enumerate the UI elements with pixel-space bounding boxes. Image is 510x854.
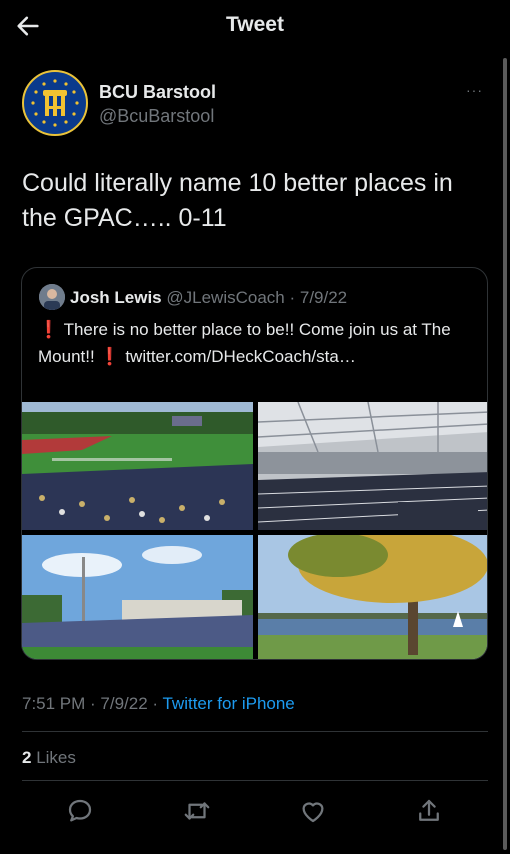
quote-header: Josh Lewis @JLewisCoach · 7/9/22 xyxy=(70,288,347,308)
quote-text: ❗ There is no better place to be!! Come … xyxy=(38,316,478,370)
exclamation-icon: ❗ xyxy=(99,347,121,366)
football-field-photo[interactable] xyxy=(22,535,253,659)
likes-label: Likes xyxy=(31,748,76,767)
quote-date: · 7/9/22 xyxy=(289,288,348,307)
quote-author-handle[interactable]: @JLewisCoach xyxy=(166,288,284,307)
timestamp: 7:51 PM · 7/9/22 · xyxy=(22,694,163,713)
reply-icon[interactable] xyxy=(65,796,95,826)
author-name[interactable]: BCU Barstool xyxy=(99,82,216,103)
quote-link[interactable]: twitter.com/DHeckCoach/sta… xyxy=(121,347,356,366)
author-handle[interactable]: @BcuBarstool xyxy=(99,106,214,127)
football-field-image xyxy=(22,535,253,659)
quote-author-name[interactable]: Josh Lewis xyxy=(70,288,162,307)
indoor-track-photo[interactable] xyxy=(258,402,487,530)
likes-row[interactable]: 2 Likes xyxy=(22,748,76,768)
quoted-tweet[interactable]: Josh Lewis @JLewisCoach · 7/9/22 ❗ There… xyxy=(21,267,488,660)
scrollbar[interactable] xyxy=(503,58,507,850)
header: Tweet xyxy=(0,0,510,52)
divider xyxy=(22,731,488,732)
divider xyxy=(22,780,488,781)
indoor-track-image xyxy=(258,402,487,530)
tweet-meta: 7:51 PM · 7/9/22 · Twitter for iPhone xyxy=(22,694,295,714)
person-icon xyxy=(39,284,65,310)
more-options-icon[interactable]: ··· xyxy=(466,82,483,98)
share-icon[interactable] xyxy=(414,796,444,826)
quote-avatar[interactable] xyxy=(39,284,65,310)
source-link[interactable]: Twitter for iPhone xyxy=(162,694,294,713)
stadium-image xyxy=(22,402,253,530)
like-heart-icon[interactable] xyxy=(298,796,328,826)
avatar[interactable] xyxy=(22,70,88,136)
page-title: Tweet xyxy=(226,13,284,36)
exclamation-icon: ❗ xyxy=(38,320,60,339)
retweet-icon[interactable] xyxy=(182,796,212,826)
media-grid xyxy=(22,402,487,659)
lake-image xyxy=(258,535,487,659)
stadium-photo[interactable] xyxy=(22,402,253,530)
tweet-text: Could literally name 10 better places in… xyxy=(22,169,453,232)
lake-photo[interactable] xyxy=(258,535,487,659)
barstool-logo-icon xyxy=(31,79,79,127)
